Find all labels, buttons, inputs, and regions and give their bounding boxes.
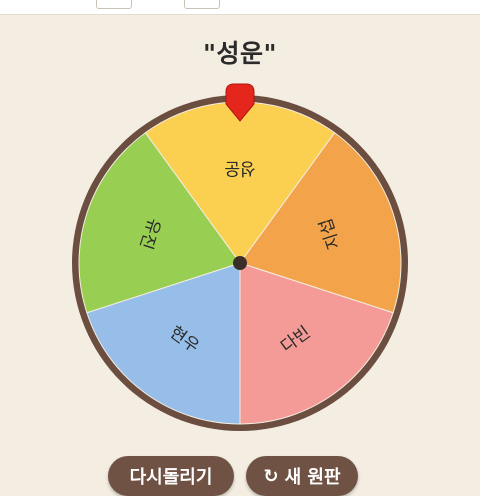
spin-again-button[interactable]: 다시돌리기 xyxy=(108,456,234,496)
roulette-wheel[interactable]: 성운지섭다빈현우유진 xyxy=(0,0,480,481)
spin-again-label: 다시돌리기 xyxy=(129,467,213,488)
wheel-hub xyxy=(233,256,247,270)
refresh-icon: ↻ xyxy=(263,465,279,487)
new-wheel-button[interactable]: ↻ 새 원판 xyxy=(246,456,358,496)
wheel-segment-label: 성운 xyxy=(224,158,255,178)
new-wheel-label: 새 원판 xyxy=(284,467,341,488)
